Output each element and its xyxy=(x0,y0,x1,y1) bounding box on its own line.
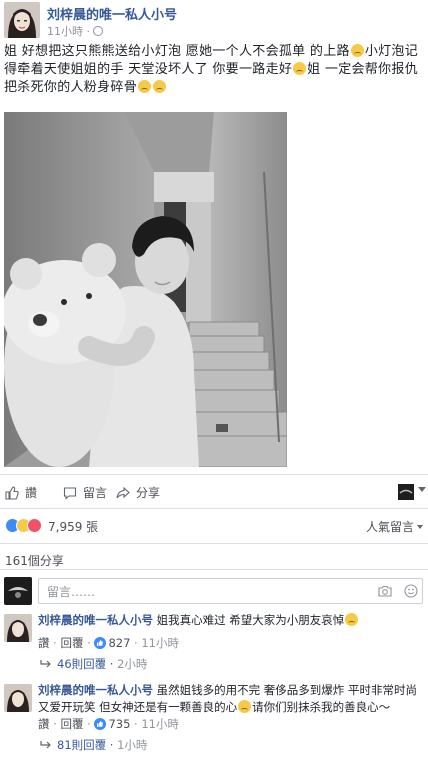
crying-emoji-icon xyxy=(345,613,359,626)
comment-meta: 讚 · 回覆 · 735 · 11小時 xyxy=(38,717,179,731)
comment-text: 姐我真心难过 希望大家为小朋友哀悼 xyxy=(156,613,345,627)
author-avatar[interactable] xyxy=(4,2,40,38)
composer-avatar xyxy=(4,577,32,605)
post-action-bar: 讚 留言 分享 xyxy=(0,480,428,506)
post-header: 刘梓晨的唯一私人小号 11小時 · xyxy=(0,0,428,40)
reaction-count[interactable]: 7,959 張 xyxy=(48,518,98,535)
comment-body: 刘梓晨的唯一私人小号 虽然姐钱多的用不完 奢侈品多到爆炸 平时非常时尚又爱开玩笑… xyxy=(38,682,424,716)
viewer-switch-caret-icon[interactable] xyxy=(418,487,426,492)
post-text-part-1: 姐 好想把这只熊熊送给小灯泡 愿她一个人不会孤单 的上路 xyxy=(4,44,350,59)
comment-input-placeholder: 留言…… xyxy=(47,585,96,599)
reply-arrow-icon xyxy=(40,659,52,669)
comment-label: 留言 xyxy=(83,486,108,500)
speech-bubble-icon xyxy=(63,486,77,500)
share-button[interactable]: 分享 xyxy=(116,484,160,502)
share-count[interactable]: 161個分享 xyxy=(5,552,64,569)
camera-icon[interactable] xyxy=(378,585,392,597)
photo-man-with-teddy-bear xyxy=(4,112,287,467)
crying-emoji-icon xyxy=(153,80,167,93)
divider xyxy=(0,508,428,509)
comment-item: 刘梓晨的唯一私人小号 姐我真心难过 希望大家为小朋友哀悼 讚 · 回覆 · 82… xyxy=(0,612,428,672)
author-avatar-image xyxy=(4,2,40,38)
comment-button[interactable]: 留言 xyxy=(63,484,107,502)
comment-meta: 讚 · 回覆 · 827 · 11小時 xyxy=(38,636,179,650)
love-reaction-icon xyxy=(27,518,42,533)
share-label: 分享 xyxy=(136,486,161,500)
comment-text-continued: 请你们别抹杀我的善良心～ xyxy=(252,700,391,714)
post-time[interactable]: 11小時 · xyxy=(47,23,103,39)
comment-sort-label: 人氣留言 xyxy=(365,520,414,534)
divider xyxy=(0,543,428,544)
like-count-icon xyxy=(94,718,107,730)
comment-body: 刘梓晨的唯一私人小号 姐我真心难过 希望大家为小朋友哀悼 xyxy=(38,612,424,629)
comment-like-link[interactable]: 讚 xyxy=(38,636,50,650)
commenter-avatar-image xyxy=(4,614,32,642)
post-text: 姐 好想把这只熊熊送给小灯泡 愿她一个人不会孤单 的上路 小灯泡记得牵着天使姐姐的… xyxy=(4,43,424,97)
commenter-avatar-image xyxy=(4,684,32,712)
reaction-summary[interactable]: 7,959 張 人氣留言 xyxy=(0,516,428,536)
crying-emoji-icon xyxy=(138,80,152,93)
comment-item: 刘梓晨的唯一私人小号 虽然姐钱多的用不完 奢侈品多到爆炸 平时非常时尚又爱开玩笑… xyxy=(0,682,428,754)
comment-sort-dropdown[interactable]: 人氣留言 xyxy=(366,518,423,535)
reply-count: 46則回覆 xyxy=(57,657,107,671)
view-replies-link[interactable]: 46則回覆 · 2小時 xyxy=(40,656,147,672)
sticker-icon[interactable] xyxy=(404,584,418,598)
post-time-label: 11小時 xyxy=(47,25,83,38)
comment-author[interactable]: 刘梓晨的唯一私人小号 xyxy=(38,613,153,627)
commenter-avatar[interactable] xyxy=(4,614,32,642)
audience-globe-icon xyxy=(93,26,103,36)
reply-count: 81則回覆 xyxy=(57,738,107,752)
comment-like-count[interactable]: 827 xyxy=(108,636,130,650)
author-name[interactable]: 刘梓晨的唯一私人小号 xyxy=(47,4,177,23)
comment-input[interactable]: 留言…… xyxy=(38,578,423,604)
bear-emoji-icon xyxy=(238,700,252,713)
like-button[interactable]: 讚 xyxy=(5,484,37,502)
composer-avatar-image xyxy=(4,577,32,605)
crying-emoji-icon xyxy=(293,62,307,75)
comment-time[interactable]: 11小時 xyxy=(141,717,179,731)
reaction-icons xyxy=(5,518,49,534)
divider xyxy=(0,569,428,570)
reply-time: 1小時 xyxy=(117,738,148,752)
reply-time: 2小時 xyxy=(117,657,148,671)
reply-arrow-icon xyxy=(40,740,52,750)
view-replies-link[interactable]: 81則回覆 · 1小時 xyxy=(40,737,147,753)
comment-reply-link[interactable]: 回覆 xyxy=(60,717,83,731)
like-label: 讚 xyxy=(25,486,38,500)
comment-time[interactable]: 11小時 xyxy=(141,636,179,650)
comment-reply-link[interactable]: 回覆 xyxy=(60,636,83,650)
like-count-icon xyxy=(94,637,107,649)
comment-like-count[interactable]: 735 xyxy=(108,717,130,731)
commenter-avatar[interactable] xyxy=(4,684,32,712)
comment-like-link[interactable]: 讚 xyxy=(38,717,50,731)
chevron-down-icon xyxy=(417,525,423,529)
post-photo[interactable] xyxy=(4,112,287,467)
crying-emoji-icon xyxy=(350,44,364,57)
viewer-avatar-image xyxy=(398,484,414,500)
divider xyxy=(0,474,428,475)
comment-author[interactable]: 刘梓晨的唯一私人小号 xyxy=(38,683,153,697)
viewer-avatar[interactable] xyxy=(398,484,414,500)
thumbs-up-icon xyxy=(5,486,19,500)
share-arrow-icon xyxy=(116,486,130,500)
